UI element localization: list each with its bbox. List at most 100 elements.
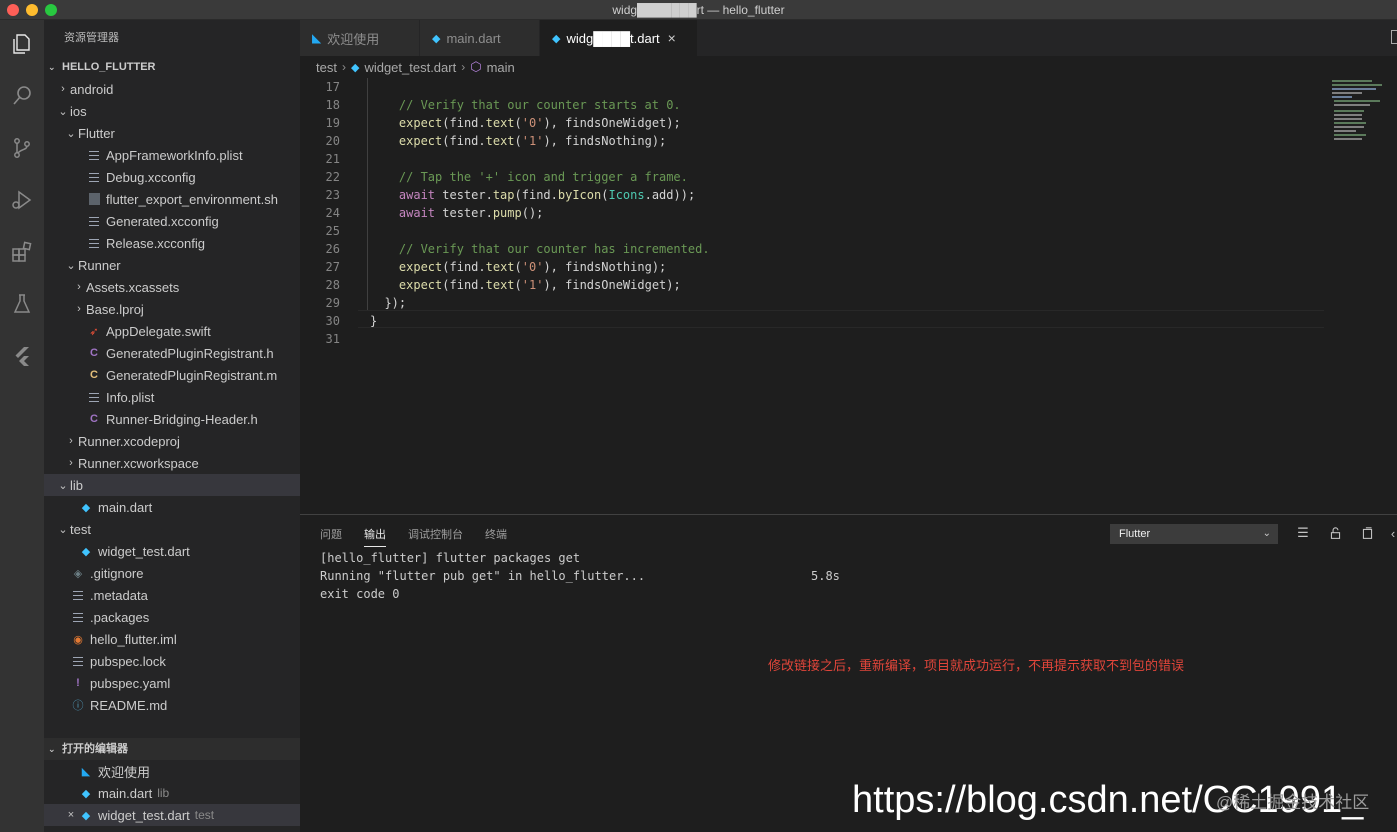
tree-item[interactable]: ◈ .gitignore (44, 562, 300, 584)
clear-output-icon[interactable]: ☰ (1295, 525, 1311, 541)
chevron-right-icon[interactable]: › (64, 435, 78, 447)
line-number: 23 (325, 188, 340, 202)
tree-item[interactable]: AppFrameworkInfo.plist (44, 144, 300, 166)
tree-item[interactable]: › Assets.xcassets (44, 276, 300, 298)
yaml-icon: ! (76, 677, 80, 689)
code-line[interactable]: 18 // Verify that our counter starts at … (300, 96, 1330, 114)
code-text: expect(find.text('0'), findsOneWidget); (398, 116, 681, 130)
tree-item[interactable]: Info.plist (44, 386, 300, 408)
code-line[interactable]: 30} (300, 312, 1330, 330)
tab-main-dart[interactable]: ◆ main.dart (420, 20, 540, 56)
minimap[interactable] (1330, 78, 1390, 148)
tree-item[interactable]: Debug.xcconfig (44, 166, 300, 188)
code-editor[interactable]: 17 18 // Verify that our counter starts a… (300, 78, 1397, 514)
explorer-icon[interactable] (0, 24, 44, 64)
tree-item[interactable]: ⌄ test (44, 518, 300, 540)
tab-debug-console[interactable]: 调试控制台 (408, 526, 463, 547)
tree-item[interactable]: › android (44, 78, 300, 100)
tree-item[interactable]: ⌄ lib (44, 474, 300, 496)
tab-output[interactable]: 输出 (364, 526, 386, 547)
tree-item[interactable]: ◆ main.dart (44, 496, 300, 518)
vscode-icon: ◣ (312, 31, 322, 45)
code-line[interactable]: 21 (300, 150, 1330, 168)
tree-item[interactable]: ! pubspec.yaml (44, 672, 300, 694)
tree-item[interactable]: pubspec.lock (44, 650, 300, 672)
tree-item[interactable]: ◉ hello_flutter.iml (44, 628, 300, 650)
chevron-right-icon[interactable]: › (72, 281, 86, 293)
tree-item[interactable]: C GeneratedPluginRegistrant.m (44, 364, 300, 386)
panel-tabs: 问题 输出 调试控制台 终端 (320, 526, 529, 547)
code-line[interactable]: 24 await tester.pump(); (300, 204, 1330, 222)
tree-item[interactable]: .metadata (44, 584, 300, 606)
tree-item[interactable]: ⓘ README.md (44, 694, 300, 716)
tree-item[interactable]: ⌄ ios (44, 100, 300, 122)
code-line[interactable]: 22 // Tap the '+' icon and trigger a fra… (300, 168, 1330, 186)
code-line[interactable]: 27 expect(find.text('0'), findsNothing); (300, 258, 1330, 276)
tab-welcome[interactable]: ◣ 欢迎使用 (300, 20, 420, 56)
open-editor-item[interactable]: ◆ main.dart lib (44, 782, 300, 804)
tree-item[interactable]: ◆ widget_test.dart (44, 540, 300, 562)
more-actions-icon[interactable]: ‹ (1385, 525, 1397, 541)
open-editors-section-header[interactable]: ⌄ 打开的编辑器 (44, 738, 300, 760)
tab-label: 欢迎使用 (327, 31, 380, 47)
code-line[interactable]: 20 expect(find.text('1'), findsNothing); (300, 132, 1330, 150)
close-icon[interactable]: × (64, 809, 78, 821)
output-channel-select[interactable]: Flutter ⌄ (1110, 524, 1278, 544)
breadcrumb-symbol[interactable]: main (487, 60, 515, 75)
tree-item[interactable]: C Runner-Bridging-Header.h (44, 408, 300, 430)
tree-item[interactable]: flutter_export_environment.sh (44, 188, 300, 210)
code-line[interactable]: 23 await tester.tap(find.byIcon(Icons.ad… (300, 186, 1330, 204)
breadcrumb-folder[interactable]: test (316, 60, 337, 75)
code-line[interactable]: 17 (300, 78, 1330, 96)
dart-file-icon: ◆ (81, 501, 91, 514)
tree-item[interactable]: ⌄ Flutter (44, 122, 300, 144)
project-section-header[interactable]: ⌄ HELLO_FLUTTER (44, 56, 300, 78)
line-number: 20 (325, 134, 340, 148)
code-line[interactable]: 31 (300, 330, 1330, 348)
code-line[interactable]: 25 (300, 222, 1330, 240)
split-editor-icon[interactable] (1391, 30, 1397, 44)
tab-label: main.dart (446, 30, 501, 46)
breadcrumb-file[interactable]: widget_test.dart (364, 60, 456, 75)
tab-problems[interactable]: 问题 (320, 526, 342, 547)
tree-item[interactable]: .packages (44, 606, 300, 628)
chevron-down-icon[interactable]: ⌄ (64, 127, 78, 140)
chevron-down-icon[interactable]: ⌄ (56, 105, 70, 118)
search-icon[interactable] (0, 76, 44, 116)
tree-item[interactable]: C GeneratedPluginRegistrant.h (44, 342, 300, 364)
chevron-down-icon[interactable]: ⌄ (64, 259, 78, 272)
source-control-icon[interactable] (0, 128, 44, 168)
tree-item[interactable]: ➶ AppDelegate.swift (44, 320, 300, 342)
chevron-down-icon[interactable]: ⌄ (56, 479, 70, 492)
testing-icon[interactable] (0, 284, 44, 324)
tree-item[interactable]: ⌄ Runner (44, 254, 300, 276)
tree-item[interactable]: › Runner.xcworkspace (44, 452, 300, 474)
open-editor-item[interactable]: ◣ 欢迎使用 (44, 760, 300, 782)
code-text: }); (370, 296, 407, 310)
extensions-icon[interactable] (0, 232, 44, 272)
code-line[interactable]: 19 expect(find.text('0'), findsOneWidget… (300, 114, 1330, 132)
open-editor-label: widget_test.dart (98, 807, 190, 823)
chevron-down-icon[interactable]: ⌄ (56, 523, 70, 536)
run-debug-icon[interactable] (0, 180, 44, 220)
chevron-right-icon[interactable]: › (56, 83, 70, 95)
lock-scroll-icon[interactable] (1327, 525, 1343, 541)
tab-terminal[interactable]: 终端 (485, 526, 507, 547)
close-tab-icon[interactable]: × (668, 30, 676, 46)
tree-item[interactable]: Release.xcconfig (44, 232, 300, 254)
tree-item[interactable]: › Base.lproj (44, 298, 300, 320)
chevron-down-icon: ⌄ (48, 62, 56, 72)
code-line[interactable]: 26 // Verify that our counter has increm… (300, 240, 1330, 258)
open-in-editor-icon[interactable] (1359, 525, 1375, 541)
code-line[interactable]: 28 expect(find.text('1'), findsOneWidget… (300, 276, 1330, 294)
line-number: 28 (325, 278, 340, 292)
open-editor-item[interactable]: × ◆ widget_test.dart test (44, 804, 300, 826)
chevron-right-icon[interactable]: › (72, 303, 86, 315)
tree-item[interactable]: Generated.xcconfig (44, 210, 300, 232)
code-line[interactable]: 29 }); (300, 294, 1330, 312)
flutter-icon[interactable] (0, 336, 44, 376)
tree-item[interactable]: › Runner.xcodeproj (44, 430, 300, 452)
chevron-right-icon[interactable]: › (64, 457, 78, 469)
file-lines-icon (86, 235, 102, 251)
tab-widget-test-dart[interactable]: ◆ widg████t.dart × (540, 20, 698, 56)
